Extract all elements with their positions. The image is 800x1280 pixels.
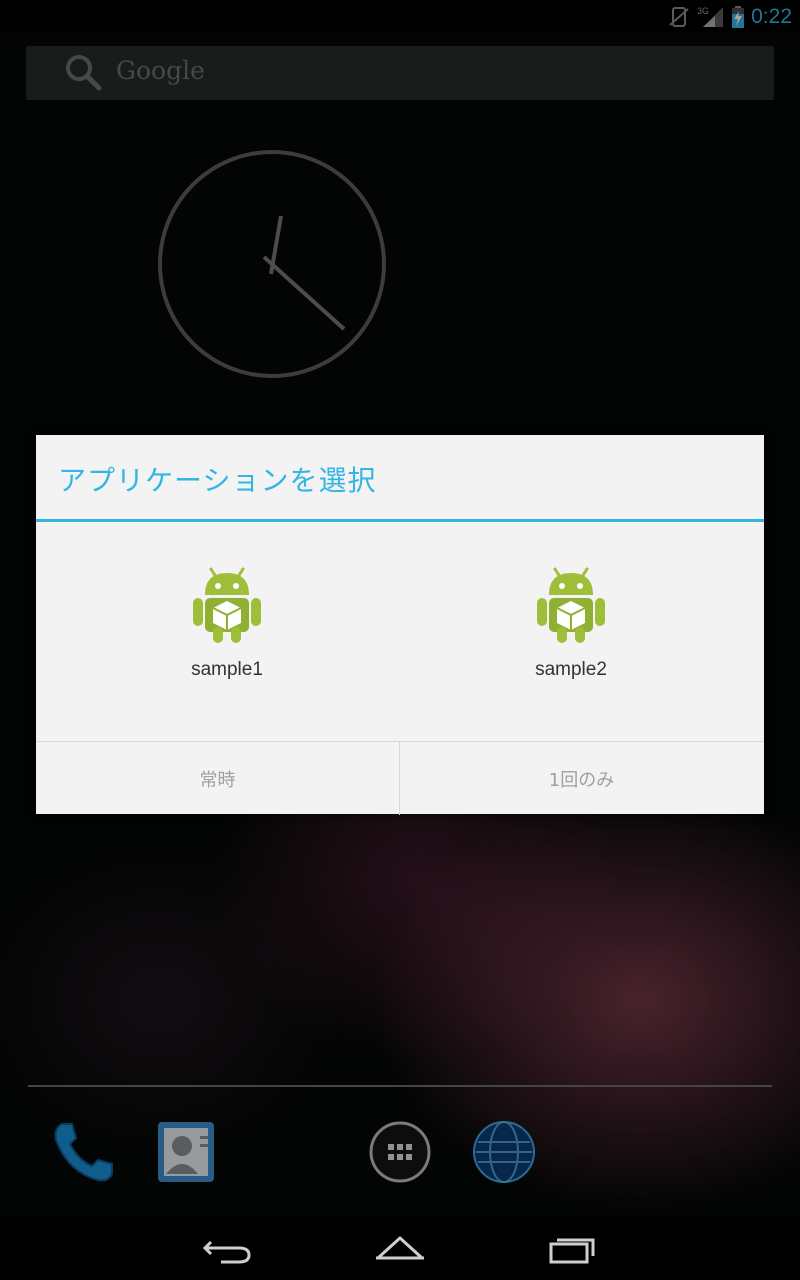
dialog-title: アプリケーションを選択 (58, 464, 377, 497)
app-label: sample2 (535, 659, 607, 680)
app-option-sample1[interactable]: sample1 (117, 565, 337, 705)
app-option-sample2[interactable]: sample2 (461, 565, 681, 705)
app-chooser-dialog: アプリケーションを選択 sample1 sample2 常時 1回のみ (36, 435, 764, 815)
title-divider (36, 519, 764, 522)
android-app-icon (537, 567, 605, 643)
back-icon[interactable] (199, 1228, 259, 1268)
app-label: sample1 (191, 659, 263, 680)
android-app-icon (193, 567, 261, 643)
dialog-button-bar: 常時 1回のみ (36, 741, 764, 815)
just-once-button[interactable]: 1回のみ (400, 742, 763, 815)
home-icon[interactable] (370, 1228, 430, 1268)
always-button[interactable]: 常時 (36, 742, 399, 815)
recents-icon[interactable] (541, 1228, 601, 1268)
